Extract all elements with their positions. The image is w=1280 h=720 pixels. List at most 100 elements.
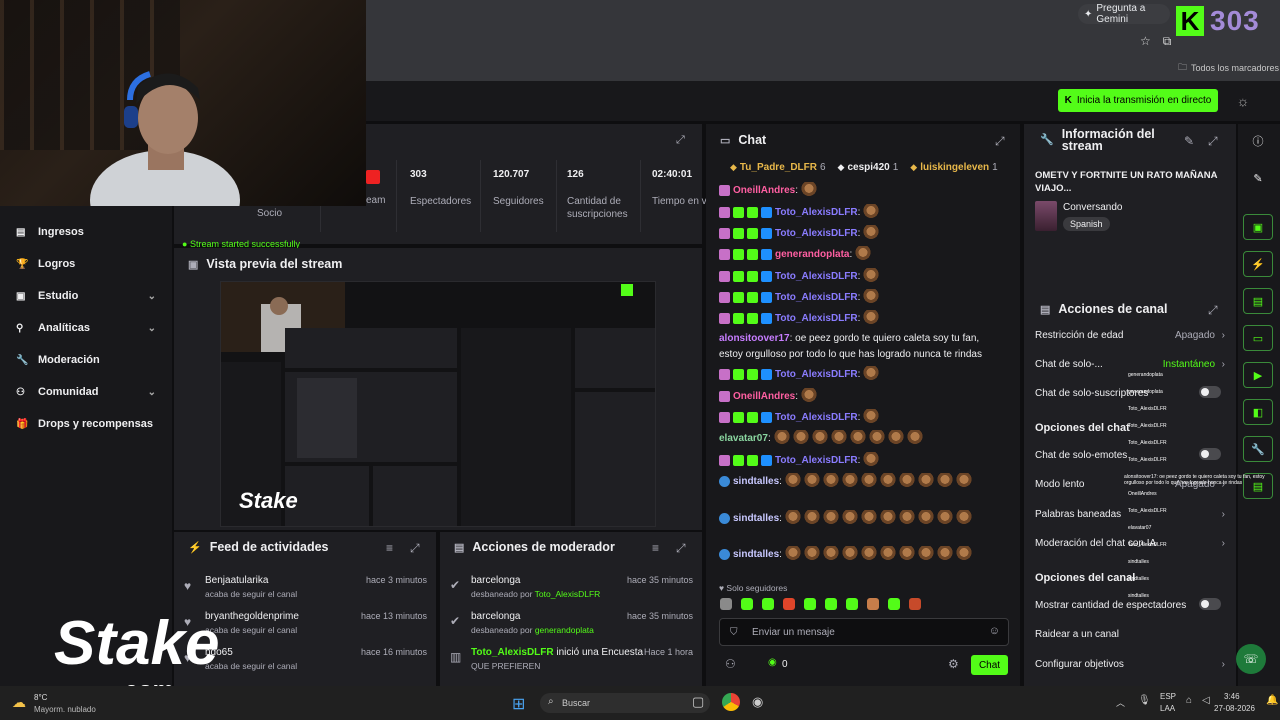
mod-action-prefix: desbaneado por (471, 625, 535, 635)
clock-date[interactable]: 27-08-2026 (1214, 704, 1255, 713)
edit-icon[interactable]: ✎ (1184, 134, 1194, 148)
chat-colon: : (849, 248, 853, 260)
task-view-icon[interactable]: ▢ (692, 694, 704, 710)
sidebar-item-ingresos[interactable]: ▤ Ingresos (16, 226, 156, 238)
lang-layout[interactable]: LAA (1160, 704, 1175, 713)
emote-icon[interactable] (804, 598, 816, 610)
theme-toggle-icon[interactable]: ☼ (1234, 92, 1252, 110)
emote-icon[interactable] (909, 598, 921, 610)
chat-settings-icon[interactable]: ⚙ (948, 657, 959, 671)
clock-time[interactable]: 3:46 (1224, 692, 1240, 701)
sidebar-item-drops-y-recompensas[interactable]: 🎁 Drops y recompensas (16, 418, 156, 430)
channel-action-row[interactable]: Raidear a un canal (1035, 629, 1225, 640)
gemini-button[interactable]: ✦ Pregunta a Gemini (1078, 3, 1170, 25)
filter-icon[interactable]: ≡ (386, 541, 393, 555)
emote-icon (801, 182, 818, 198)
windows-start-icon[interactable]: ⊞ (512, 694, 525, 714)
emote-icon[interactable] (825, 598, 837, 610)
chat-username[interactable]: Toto_AlexisDLFR (775, 369, 858, 380)
start-stream-button[interactable]: K Inicia la transmisión en directo (1058, 89, 1218, 112)
channel-action-row[interactable]: Chat de solo-... Instantáneo › (1035, 359, 1225, 370)
top-gifter[interactable]: ◆ luiskingeleven 1 (910, 162, 997, 173)
sidebar-item-moderaci-n[interactable]: 🔧 Moderación (16, 354, 156, 366)
income-icon: ▤ (16, 226, 26, 238)
emote-icon[interactable] (867, 598, 879, 610)
kick-k-icon: K (1064, 95, 1072, 106)
extensions-icon[interactable]: ⧉ (1163, 34, 1172, 49)
chat-username[interactable]: OneillAndres (733, 185, 795, 196)
expand-icon[interactable]: ⤢ (410, 541, 420, 556)
expand-icon[interactable]: ⤢ (1208, 303, 1218, 318)
emote-icon[interactable] (846, 598, 858, 610)
gift-icon: ◆ (730, 162, 737, 172)
emote-icon (863, 268, 880, 284)
chat-username[interactable]: sindtalles (733, 476, 779, 487)
feed-title-text: Feed de actividades (209, 540, 329, 554)
expand-icon[interactable]: ⤢ (676, 541, 686, 556)
taskbar-search[interactable]: ⌕ Buscar (540, 693, 710, 713)
chat-send-button[interactable]: Chat (971, 655, 1008, 675)
preview-thumbnail: Stake (221, 282, 655, 526)
stream-preview-image[interactable]: Stake (220, 281, 656, 527)
chat-username[interactable]: Toto_AlexisDLFR (775, 228, 858, 239)
chat-username[interactable]: sindtalles (733, 513, 779, 524)
expand-icon[interactable]: ⤢ (995, 134, 1005, 149)
panel-toggle-icon[interactable]: ▣ (1243, 214, 1273, 240)
chat-username[interactable]: Toto_AlexisDLFR (775, 271, 858, 282)
mod-by-user[interactable]: generandoplata (535, 625, 594, 635)
emote-icon[interactable] (720, 598, 732, 610)
filter-icon[interactable]: ≡ (652, 541, 659, 555)
chat-username[interactable]: Toto_AlexisDLFR (775, 313, 858, 324)
volume-icon[interactable]: ◁ (1202, 695, 1210, 706)
chat-username-group: sindtalles: (733, 476, 782, 487)
emote-icon[interactable] (888, 598, 900, 610)
bookmark-star-icon[interactable]: ☆ (1140, 34, 1151, 49)
network-icon[interactable]: ⌂ (1186, 695, 1192, 706)
chat-username[interactable]: OneillAndres (733, 391, 795, 402)
chat-bubble-icon[interactable]: ▭ (1243, 325, 1273, 351)
obs-icon[interactable]: ◉ (752, 694, 763, 710)
chat-badge-icon (747, 368, 758, 380)
sidebar-item-estudio[interactable]: ▣ Estudio ⌄ (16, 290, 156, 302)
shield-icon: ⛉ (730, 627, 738, 638)
mod-username[interactable]: Toto_AlexisDLFR (471, 647, 554, 658)
chat-username[interactable]: elavatar07 (719, 433, 768, 444)
all-bookmarks-link[interactable]: 🗀 Todos los marcadores (1178, 60, 1279, 76)
tray-arrow-icon[interactable]: ︿ (1116, 696, 1125, 709)
sidebar-item-comunidad[interactable]: ⚇ Comunidad ⌄ (16, 386, 156, 398)
overlay-chat-line: Toto_AlexisDLFR (1128, 406, 1167, 412)
microphone-icon[interactable]: 🎙 (1138, 695, 1151, 706)
top-gifter[interactable]: ◆ cespi420 1 (838, 162, 899, 173)
chrome-icon[interactable] (722, 693, 740, 711)
emote-icon[interactable] (762, 598, 774, 610)
emote-icon[interactable] (783, 598, 795, 610)
chat-input[interactable]: ⛉ Enviar un mensaje ☺ (719, 618, 1009, 646)
users-icon[interactable]: ⚇ (725, 657, 736, 671)
chat-username[interactable]: sindtalles (733, 549, 779, 560)
lightning-icon[interactable]: ⚡ (1243, 251, 1273, 277)
chat-username[interactable]: Toto_AlexisDLFR (775, 207, 858, 218)
expand-icon[interactable]: ⤢ (676, 134, 685, 147)
mod-target-user[interactable]: barcelonga (471, 575, 520, 586)
top-gifter[interactable]: ◆ Tu_Padre_DLFR 6 (730, 162, 826, 173)
lang-code[interactable]: ESP (1160, 692, 1176, 701)
chat-username[interactable]: Toto_AlexisDLFR (775, 292, 858, 303)
chat-username[interactable]: Toto_AlexisDLFR (775, 455, 858, 466)
chat-username[interactable]: Toto_AlexisDLFR (775, 412, 858, 423)
mod-target-user[interactable]: barcelonga (471, 611, 520, 622)
edit-icon[interactable]: ✎ (1243, 165, 1273, 191)
mod-by-user[interactable]: Toto_AlexisDLFR (535, 589, 601, 599)
chat-username[interactable]: generandoplata (775, 249, 849, 260)
info-icon[interactable]: ⓘ (1243, 128, 1273, 154)
channel-action-row[interactable]: Configurar objetivos › (1035, 659, 1225, 670)
sidebar-item-logros[interactable]: 🏆 Logros (16, 258, 156, 270)
sidebar-item-anal-ticas[interactable]: ⚲ Analíticas ⌄ (16, 322, 156, 334)
expand-icon[interactable]: ⤢ (1208, 134, 1218, 149)
channel-action-row[interactable]: Restricción de edad Apagado › (1035, 330, 1225, 341)
emoji-icon[interactable]: ☺ (989, 625, 1000, 637)
chat-username[interactable]: alonsitoover17 (719, 333, 790, 344)
emote-icon[interactable] (741, 598, 753, 610)
notifications-icon[interactable]: 🔔 (1266, 695, 1278, 706)
help-button[interactable]: ☏ (1236, 644, 1266, 674)
clipboard-icon[interactable]: ▤ (1243, 288, 1273, 314)
